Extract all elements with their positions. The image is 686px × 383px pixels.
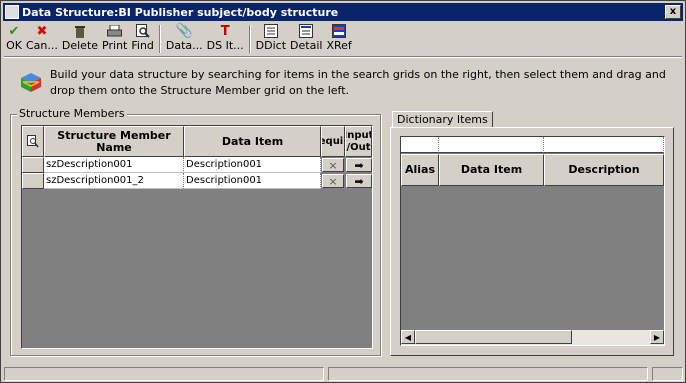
close-button[interactable]: x: [665, 5, 681, 19]
toolbar-separator: [248, 25, 251, 53]
input-output-arrow[interactable]: ➡: [346, 174, 372, 188]
column-header-alias[interactable]: Alias: [401, 154, 439, 186]
delete-button[interactable]: Delete: [60, 23, 100, 53]
dictionary-items-grid[interactable]: Alias Data Item Description ◀ ▶: [400, 136, 665, 346]
detail-icon: [298, 24, 314, 38]
find-button[interactable]: Find: [129, 23, 156, 53]
xref-button[interactable]: XRef: [324, 23, 353, 53]
window-title: Data Structure:BI Publisher subject/body…: [22, 5, 339, 19]
xref-icon: [331, 24, 347, 38]
toolbar: ✔ OK ✖ Can... Delete Print Find 📎 Data..…: [4, 23, 684, 55]
printer-icon: [107, 24, 123, 38]
input-output-arrow[interactable]: ➡: [346, 158, 372, 172]
status-pane-1: [4, 367, 324, 381]
trash-icon: [72, 24, 88, 38]
query-cell-alias[interactable]: [401, 137, 439, 153]
data-dictionary-icon: [263, 24, 279, 38]
ds-item-icon: T: [220, 23, 230, 39]
table-row-name[interactable]: szDescription001: [44, 157, 184, 173]
status-pane-2: [328, 367, 648, 381]
toolbar-divider: [4, 56, 682, 58]
scroll-thumb[interactable]: [415, 330, 572, 344]
ddict-button[interactable]: DDict: [254, 23, 288, 53]
print-button[interactable]: Print: [100, 23, 129, 53]
require-toggle[interactable]: ×: [322, 174, 344, 188]
checkmark-icon: ✔: [8, 23, 20, 39]
cancel-x-icon: ✖: [36, 23, 48, 39]
table-row-data-item[interactable]: Description001: [184, 157, 321, 173]
query-cell-description[interactable]: [544, 137, 664, 153]
structure-members-label: Structure Members: [17, 107, 127, 120]
ds-item-button[interactable]: T DS It...: [205, 23, 246, 53]
grid-corner-find[interactable]: [22, 126, 44, 157]
data-button[interactable]: 📎 Data...: [164, 23, 205, 53]
ok-button[interactable]: ✔ OK: [4, 23, 24, 53]
column-header-data-item[interactable]: Data Item: [184, 126, 321, 157]
title-bar: Data Structure:BI Publisher subject/body…: [3, 3, 683, 21]
paperclip-icon: 📎: [175, 23, 193, 39]
app-icon: [5, 5, 19, 19]
dialog-window: Data Structure:BI Publisher subject/body…: [0, 0, 686, 383]
scroll-left-arrow[interactable]: ◀: [401, 330, 415, 344]
row-selector[interactable]: [22, 173, 44, 189]
query-cell-data-item[interactable]: [439, 137, 544, 153]
column-header-data-item[interactable]: Data Item: [439, 154, 544, 186]
status-pane-3: [652, 367, 683, 381]
column-header-description[interactable]: Description: [544, 154, 664, 186]
structure-members-grid[interactable]: Structure Member Name Data Item Require …: [21, 125, 373, 349]
horizontal-scrollbar[interactable]: ◀ ▶: [401, 330, 664, 345]
info-text: Build your data structure by searching f…: [50, 68, 666, 97]
find-icon: [135, 24, 151, 38]
detail-button[interactable]: Detail: [288, 23, 324, 53]
require-toggle[interactable]: ×: [322, 158, 344, 172]
toolbar-separator: [158, 25, 161, 53]
data-structure-icon: [21, 73, 41, 92]
find-icon: [27, 135, 39, 148]
table-row-data-item[interactable]: Description001: [184, 173, 321, 189]
column-header-input-out[interactable]: Input /Out: [345, 126, 372, 157]
tab-dictionary-items[interactable]: Dictionary Items: [392, 111, 493, 128]
cancel-button[interactable]: ✖ Can...: [24, 23, 60, 53]
column-header-name[interactable]: Structure Member Name: [44, 126, 184, 157]
table-row-name[interactable]: szDescription001_2: [44, 173, 184, 189]
scroll-right-arrow[interactable]: ▶: [650, 330, 664, 344]
row-selector[interactable]: [22, 157, 44, 173]
column-header-require[interactable]: Require: [321, 126, 345, 157]
